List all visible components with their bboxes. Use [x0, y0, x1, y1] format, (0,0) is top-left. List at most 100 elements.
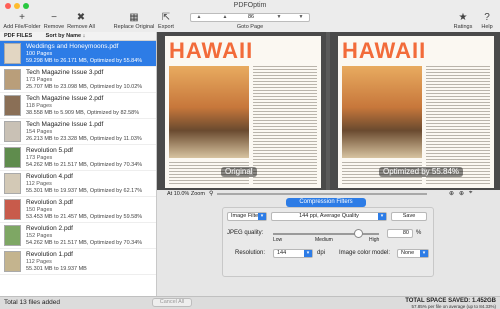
file-name: Tech Magazine Issue 1.pdf [26, 121, 104, 128]
file-pages: 112 Pages [26, 259, 52, 265]
pdf-thumbnail [4, 173, 21, 194]
remove-label: Remove [43, 24, 65, 30]
article-text [426, 64, 490, 184]
remove-button[interactable]: − Remove [42, 12, 66, 30]
file-name: Tech Magazine Issue 2.pdf [26, 95, 104, 102]
headline: HAWAII [342, 38, 427, 63]
color-model-select[interactable]: None ▾ [397, 249, 429, 258]
file-stats: 59.298 MB to 26.171 MB, Optimized by 55.… [26, 58, 143, 64]
ratings-button[interactable]: ★ Ratings [452, 12, 474, 30]
add-file-folder-button[interactable]: + Add File/Folder [2, 12, 42, 30]
title-bar: PDFOptim [0, 0, 500, 12]
chevron-down-icon: ▾ [304, 250, 312, 257]
file-pages: 118 Pages [26, 103, 52, 109]
window-title: PDFOptim [233, 2, 267, 9]
jpeg-quality-slider[interactable] [273, 233, 379, 235]
fit-page-icon[interactable]: ⌖ [469, 190, 472, 197]
file-stats: 55.301 MB to 19.937 MB, Optimized by 62.… [26, 188, 143, 194]
pdf-thumbnail [4, 199, 21, 220]
zoom-icon: ⚲ [209, 191, 214, 197]
minus-icon: − [51, 12, 57, 23]
chevron-down-icon: ▾ [378, 213, 386, 220]
next-page-icon[interactable]: ▼ [273, 14, 285, 21]
file-name: Revolution 3.pdf [26, 199, 73, 206]
file-name: Revolution 2.pdf [26, 225, 73, 232]
original-page-preview[interactable]: HAWAII [165, 36, 321, 188]
zoom-in-icon[interactable]: ⊕ [459, 190, 464, 197]
file-pages: 100 Pages [26, 51, 53, 57]
pdf-thumbnail [4, 121, 21, 142]
file-pages: 112 Pages [26, 181, 52, 187]
sort-by-name-button[interactable]: Sort by Name ↓ [46, 33, 86, 39]
help-button[interactable]: ? Help [478, 12, 496, 30]
remove-all-button[interactable]: ✖ Remove All [67, 12, 95, 30]
page-number-input[interactable]: 86 [243, 14, 259, 21]
color-model-value: None [401, 250, 415, 256]
pdf-thumbnail [4, 69, 21, 90]
cover-photo [342, 66, 422, 158]
pdf-thumbnail [4, 95, 21, 116]
file-item[interactable]: Revolution 4.pdf 112 Pages 55.301 MB to … [0, 171, 156, 197]
low-label: Low [273, 237, 283, 243]
status-bar: Total 13 files added Cancel All TOTAL SP… [0, 296, 500, 309]
last-page-icon[interactable]: ▼ [295, 14, 307, 21]
headline: HAWAII [169, 38, 254, 63]
filter-select-value: Image Filter [231, 213, 261, 219]
zoom-level: At 10.0% Zoom [167, 191, 205, 197]
file-item[interactable]: Tech Magazine Issue 2.pdf 118 Pages 38.5… [0, 93, 156, 119]
quality-preset-value: 144 ppi, Average Quality [299, 213, 359, 219]
pdf-thumbnail [4, 43, 21, 64]
add-file-folder-label: Add File/Folder [3, 24, 41, 30]
ratings-label: Ratings [453, 24, 473, 30]
first-page-icon[interactable]: ▲ [193, 14, 205, 21]
file-stats: 26.213 MB to 23.328 MB, Optimized by 11.… [26, 136, 142, 142]
compression-filters-button[interactable]: Compression Filters [286, 198, 366, 207]
save-preset-button[interactable]: Save [391, 212, 427, 221]
cancel-all-button[interactable]: Cancel All [152, 298, 192, 307]
resolution-value: 144 [277, 250, 287, 256]
file-name: Revolution 4.pdf [26, 173, 73, 180]
quality-preset-select[interactable]: 144 ppi, Average Quality ▾ [271, 212, 387, 221]
percent-unit: % [416, 230, 422, 236]
file-stats: 53.453 MB to 21.457 MB, Optimized by 59.… [26, 214, 143, 220]
high-label: High [369, 237, 380, 243]
zoom-bar: At 10.0% Zoom ⚲ ⊕ ⊕ ⌖ [157, 190, 500, 198]
resolution-select[interactable]: 144 ▾ [273, 249, 313, 258]
file-item[interactable]: Revolution 1.pdf 112 Pages 55.301 MB to … [0, 249, 156, 275]
file-stats: 54.262 MB to 21.517 MB, Optimized by 70.… [26, 162, 143, 168]
goto-page-label: Goto Page [236, 24, 264, 30]
file-list-sidebar: PDF FILES Sort by Name ↓ Weddings and Ho… [0, 32, 157, 296]
optimized-page-preview[interactable]: HAWAII [338, 36, 494, 188]
pdf-files-heading: PDF FILES [4, 33, 33, 39]
zoom-slider[interactable] [217, 193, 427, 195]
previous-page-icon[interactable]: ▲ [219, 14, 231, 21]
export-label: Export [158, 24, 174, 30]
file-item[interactable]: Revolution 3.pdf 150 Pages 53.453 MB to … [0, 197, 156, 223]
file-item[interactable]: Tech Magazine Issue 1.pdf 154 Pages 26.2… [0, 119, 156, 145]
chevron-down-icon: ▾ [258, 213, 266, 220]
jpeg-quality-input[interactable]: 80 [387, 229, 413, 238]
splitter-handle[interactable] [326, 32, 330, 190]
pdf-thumbnail [4, 225, 21, 246]
export-button[interactable]: ⇱ Export [157, 12, 175, 30]
file-item[interactable]: Revolution 5.pdf 173 Pages 54.262 MB to … [0, 145, 156, 171]
zoom-out-icon[interactable]: ⊕ [449, 190, 454, 197]
star-icon: ★ [458, 12, 468, 23]
file-item[interactable]: Weddings and Honeymoons.pdf 100 Pages 59… [0, 41, 156, 67]
file-item[interactable]: Tech Magazine Issue 3.pdf 173 Pages 25.7… [0, 67, 156, 93]
image-color-model-label: Image color model: [339, 250, 391, 256]
replace-original-button[interactable]: ▦ Replace Original [112, 12, 156, 30]
jpeg-quality-knob[interactable] [354, 229, 364, 238]
file-list-header: PDF FILES Sort by Name ↓ [0, 32, 156, 41]
file-stats: 38.558 MB to 5.909 MB, Optimized by 82.5… [26, 110, 140, 116]
filter-select[interactable]: Image Filter ▾ [227, 212, 267, 221]
article-text [253, 64, 317, 184]
file-name: Weddings and Honeymoons.pdf [26, 43, 119, 50]
medium-label: Medium [315, 237, 333, 243]
pdf-thumbnail [4, 147, 21, 168]
help-label: Help [481, 24, 493, 30]
file-pages: 173 Pages [26, 155, 53, 161]
file-pages: 150 Pages [26, 207, 53, 213]
plus-icon: + [19, 12, 25, 23]
file-item[interactable]: Revolution 2.pdf 152 Pages 54.262 MB to … [0, 223, 156, 249]
